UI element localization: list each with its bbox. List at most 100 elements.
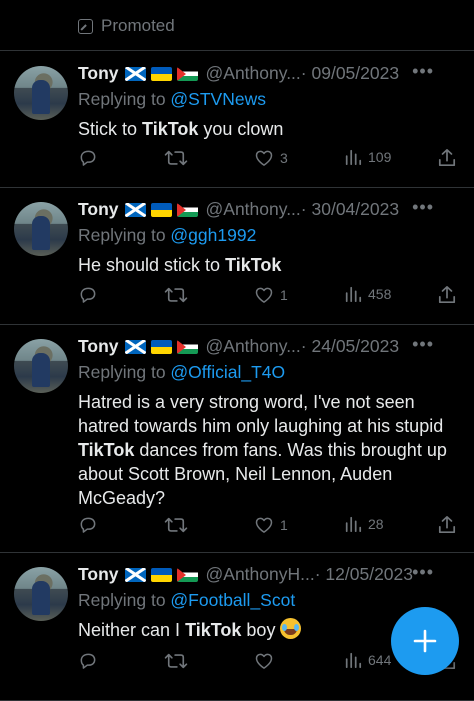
tweet-header: Tony @Anthony... · 24/05/2023 (78, 336, 399, 357)
tweet-text: He should stick to TikTok (78, 253, 458, 277)
like-count: 1 (280, 287, 288, 303)
tweet-text-segment: dances from fans. Was this brought up ab… (78, 440, 447, 508)
like-button[interactable]: 1 (254, 285, 288, 305)
replying-to: Replying to @STVNews (78, 89, 266, 110)
display-name[interactable]: Tony (78, 63, 119, 84)
heart-icon (254, 651, 274, 671)
scotland-flag-icon (124, 339, 146, 354)
tweet-date[interactable]: · 12/05/2023 (315, 564, 413, 585)
share-button[interactable] (438, 515, 456, 535)
retweet-icon (164, 651, 188, 671)
tweet-date[interactable]: · 30/04/2023 (301, 199, 399, 220)
palestine-flag-icon (176, 339, 198, 354)
like-button[interactable]: 3 (254, 148, 288, 168)
tweet[interactable]: Tony @Anthony... · 24/05/2023 ••• Replying t… (0, 324, 474, 553)
reply-icon (78, 148, 98, 168)
avatar-figure (32, 216, 50, 250)
tweet-header: Tony @AnthonyH... · 12/05/2023 (78, 564, 413, 585)
replying-to: Replying to @Football_Scot (78, 590, 295, 611)
reply-button[interactable] (78, 651, 98, 671)
scotland-flag-icon (124, 567, 146, 582)
tweet-text-segment: you clown (198, 119, 284, 139)
retweet-icon (164, 515, 188, 535)
heart-icon (254, 515, 274, 535)
name-flags (124, 567, 198, 582)
more-icon[interactable]: ••• (412, 562, 434, 583)
replying-to-mention[interactable]: @STVNews (170, 89, 266, 109)
name-flags (124, 202, 198, 217)
views-count: 28 (368, 516, 384, 532)
reply-button[interactable] (78, 285, 98, 305)
views-icon (344, 515, 362, 533)
avatar-figure (32, 80, 50, 114)
avatar[interactable] (14, 567, 68, 621)
like-button[interactable]: 1 (254, 515, 288, 535)
replying-to: Replying to @ggh1992 (78, 225, 256, 246)
tweet-text-segment: Neither can I (78, 620, 186, 640)
tweet-text-segment: boy (241, 620, 281, 640)
ukraine-flag-icon (150, 567, 172, 582)
retweet-icon (164, 285, 188, 305)
tweet-text-bold: TikTok (225, 255, 282, 275)
ukraine-flag-icon (150, 202, 172, 217)
promoted-icon (78, 18, 93, 34)
tweet-text-segment: Stick to (78, 119, 143, 139)
views-button[interactable]: 109 (344, 148, 391, 166)
tweet-date[interactable]: · 24/05/2023 (301, 336, 399, 357)
laughing-emoji-icon (280, 618, 302, 639)
tweet[interactable]: Tony @Anthony... · 30/04/2023 ••• Replying t… (0, 187, 474, 325)
tweet-date[interactable]: · 09/05/2023 (301, 63, 399, 84)
like-button[interactable] (254, 651, 280, 671)
views-icon (344, 148, 362, 166)
like-count: 3 (280, 150, 288, 166)
views-button[interactable]: 644 (344, 651, 391, 669)
more-icon[interactable]: ••• (412, 197, 434, 218)
handle[interactable]: @AnthonyH... (206, 564, 315, 585)
share-icon (438, 285, 456, 305)
avatar[interactable] (14, 202, 68, 256)
replying-to-mention[interactable]: @Football_Scot (170, 590, 295, 610)
views-count: 458 (368, 286, 392, 302)
tweet[interactable]: Tony @Anthony... · 09/05/2023 ••• Replying t… (0, 51, 474, 188)
replying-to-prefix: Replying to (78, 590, 171, 610)
replying-to-prefix: Replying to (78, 225, 171, 245)
reply-button[interactable] (78, 148, 98, 168)
tweet-actions: 3 109 (78, 148, 456, 170)
avatar[interactable] (14, 339, 68, 393)
retweet-button[interactable] (164, 148, 194, 168)
share-button[interactable] (438, 285, 456, 305)
promoted-tweet-tail: Promoted (0, 0, 474, 51)
handle[interactable]: @Anthony... (206, 63, 301, 84)
views-button[interactable]: 28 (344, 515, 384, 533)
views-button[interactable]: 458 (344, 285, 391, 303)
compose-button[interactable] (391, 607, 459, 675)
replying-to-prefix: Replying to (78, 362, 171, 382)
display-name[interactable]: Tony (78, 199, 119, 220)
tweet-actions: 1 28 (78, 515, 456, 537)
replying-to-mention[interactable]: @Official_T4O (170, 362, 285, 382)
handle[interactable]: @Anthony... (206, 199, 301, 220)
tweet-text: Stick to TikTok you clown (78, 117, 458, 141)
display-name[interactable]: Tony (78, 564, 119, 585)
reply-button[interactable] (78, 515, 98, 535)
avatar-figure (32, 581, 50, 615)
more-icon[interactable]: ••• (412, 61, 434, 82)
share-icon (438, 515, 456, 535)
palestine-flag-icon (176, 567, 198, 582)
display-name[interactable]: Tony (78, 336, 119, 357)
views-icon (344, 651, 362, 669)
more-icon[interactable]: ••• (412, 334, 434, 355)
retweet-button[interactable] (164, 285, 194, 305)
palestine-flag-icon (176, 66, 198, 81)
ukraine-flag-icon (150, 339, 172, 354)
retweet-button[interactable] (164, 651, 194, 671)
name-flags (124, 66, 198, 81)
avatar[interactable] (14, 66, 68, 120)
share-button[interactable] (438, 148, 456, 168)
views-icon (344, 285, 362, 303)
retweet-button[interactable] (164, 515, 194, 535)
replying-to-mention[interactable]: @ggh1992 (170, 225, 256, 245)
tweet-text-bold: TikTok (78, 440, 135, 460)
tweet-header: Tony @Anthony... · 09/05/2023 (78, 63, 399, 84)
handle[interactable]: @Anthony... (206, 336, 301, 357)
